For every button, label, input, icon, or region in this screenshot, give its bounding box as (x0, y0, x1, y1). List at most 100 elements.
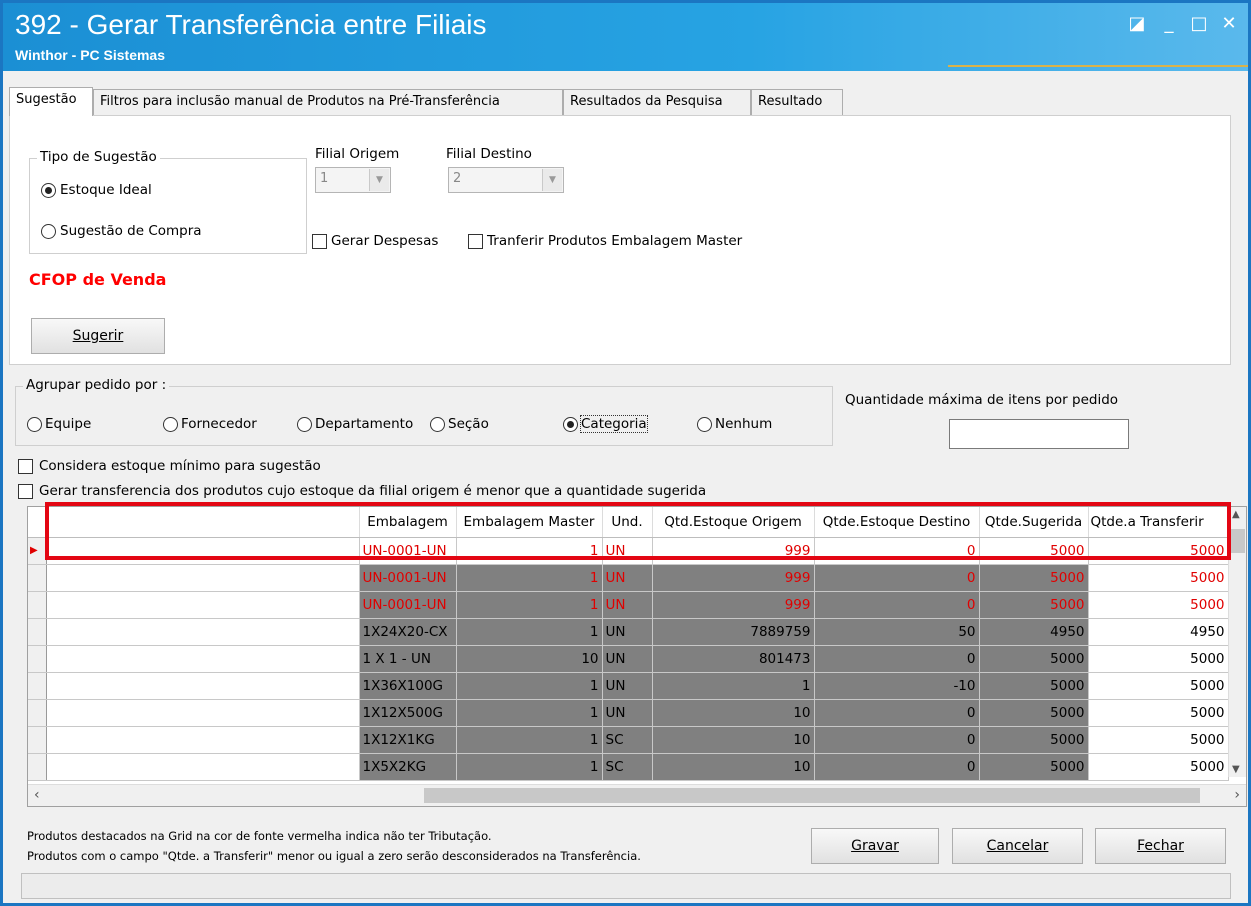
grid-header-col[interactable]: Qtde.a Transferir (1088, 507, 1229, 538)
cell-qtd-estoque-origem[interactable]: 801473 (652, 645, 815, 673)
cell-und[interactable]: UN (602, 537, 653, 565)
cell-und[interactable]: UN (602, 618, 653, 646)
cell-qtd-estoque-origem[interactable]: 1 (652, 672, 815, 701)
cell-und[interactable]: UN (602, 645, 653, 673)
cell-embalagem[interactable]: 1X36X100G (359, 672, 457, 701)
cell-embalagem-master[interactable]: 1 (456, 753, 603, 782)
cell-descricao[interactable] (46, 699, 360, 728)
cell-qtd-transferir[interactable]: 5000 (1088, 564, 1229, 592)
cell-qtd-sugerida[interactable]: 4950 (979, 618, 1089, 646)
cancelar-button[interactable]: Cancelar (952, 828, 1083, 864)
tab-filtros[interactable]: Filtros para inclusão manual de Produtos… (93, 89, 563, 115)
cell-embalagem[interactable]: 1 X 1 - UN (359, 645, 457, 673)
grid-header-col[interactable]: Embalagem Master (456, 507, 603, 538)
gravar-button[interactable]: Gravar (811, 828, 939, 864)
cell-und[interactable]: UN (602, 672, 653, 701)
cell-qtd-estoque-origem[interactable]: 999 (652, 537, 815, 565)
cell-qtd-transferir[interactable]: 5000 (1088, 537, 1229, 565)
cell-embalagem[interactable]: 1X5X2KG (359, 753, 457, 782)
table-row[interactable]: 1X36X100G 1 UN 1 -10 5000 5000 (28, 672, 1229, 701)
sugestao-compra-label[interactable]: Sugestão de Compra (60, 223, 202, 239)
cell-qtd-sugerida[interactable]: 5000 (979, 537, 1089, 565)
scroll-right-icon[interactable]: › (1234, 787, 1240, 803)
cell-qtd-estoque-destino[interactable]: 50 (814, 618, 980, 646)
cell-embalagem[interactable]: UN-0001-UN (359, 564, 457, 592)
cell-und[interactable]: UN (602, 564, 653, 592)
cell-embalagem[interactable]: 1X12X1KG (359, 726, 457, 755)
cell-embalagem-master[interactable]: 10 (456, 645, 603, 673)
cell-qtd-estoque-destino[interactable]: 0 (814, 645, 980, 673)
estoque-minimo-label[interactable]: Considera estoque mínimo para sugestão (39, 458, 321, 474)
agrupar-nenhum-radio[interactable] (697, 417, 712, 432)
table-row[interactable]: 1X12X1KG 1 SC 10 0 5000 5000 (28, 726, 1229, 755)
table-row[interactable]: UN-0001-UN 1 UN 999 0 5000 5000 (28, 564, 1229, 592)
cell-qtd-estoque-destino[interactable]: 0 (814, 699, 980, 728)
grid-horizontal-scrollbar[interactable]: ‹ › (28, 784, 1246, 806)
cell-descricao[interactable] (46, 672, 360, 701)
cell-qtd-estoque-origem[interactable]: 7889759 (652, 618, 815, 646)
agrupar-equipe-label[interactable]: Equipe (45, 416, 91, 432)
cell-descricao[interactable] (46, 753, 360, 782)
cell-qtd-estoque-destino[interactable]: 0 (814, 564, 980, 592)
table-row[interactable]: UN-0001-UN 1 UN 999 0 5000 5000 (28, 591, 1229, 619)
table-row[interactable]: 1 X 1 - UN 10 UN 801473 0 5000 5000 (28, 645, 1229, 673)
cell-qtd-estoque-destino[interactable]: -10 (814, 672, 980, 701)
transferir-master-checkbox[interactable] (468, 234, 483, 249)
horizontal-scroll-thumb[interactable] (424, 788, 1200, 803)
scroll-left-icon[interactable]: ‹ (34, 787, 40, 803)
cell-und[interactable]: UN (602, 699, 653, 728)
cell-descricao[interactable] (46, 591, 360, 619)
agrupar-fornecedor-radio[interactable] (163, 417, 178, 432)
cell-qtd-sugerida[interactable]: 5000 (979, 591, 1089, 619)
agrupar-departamento-label[interactable]: Departamento (315, 416, 413, 432)
estoque-ideal-radio[interactable] (41, 183, 56, 198)
close-icon[interactable]: ✕ (1218, 13, 1240, 35)
grid-vertical-scrollbar[interactable]: ▲ ▼ (1228, 507, 1246, 777)
cell-qtd-estoque-origem[interactable]: 999 (652, 591, 815, 619)
cell-qtd-sugerida[interactable]: 5000 (979, 645, 1089, 673)
cell-qtd-sugerida[interactable]: 5000 (979, 564, 1089, 592)
cell-qtd-transferir[interactable]: 5000 (1088, 591, 1229, 619)
cell-qtd-transferir[interactable]: 4950 (1088, 618, 1229, 646)
agrupar-secao-label[interactable]: Seção (448, 416, 489, 432)
cell-qtd-transferir[interactable]: 5000 (1088, 699, 1229, 728)
estoque-ideal-label[interactable]: Estoque Ideal (60, 182, 152, 198)
agrupar-categoria-label[interactable]: Categoria (580, 415, 648, 433)
vertical-scroll-thumb[interactable] (1230, 529, 1245, 553)
cell-descricao[interactable] (46, 618, 360, 646)
sugestao-compra-radio[interactable] (41, 224, 56, 239)
maximize-icon[interactable]: □ (1188, 13, 1210, 35)
cell-embalagem-master[interactable]: 1 (456, 591, 603, 619)
cell-embalagem[interactable]: 1X24X20-CX (359, 618, 457, 646)
restore-icon[interactable]: ◪ (1126, 13, 1148, 35)
cell-qtd-transferir[interactable]: 5000 (1088, 645, 1229, 673)
cell-embalagem[interactable]: 1X12X500G (359, 699, 457, 728)
transferir-master-label[interactable]: Tranferir Produtos Embalagem Master (487, 233, 742, 249)
qtd-max-input[interactable] (949, 419, 1129, 449)
cell-embalagem-master[interactable]: 1 (456, 618, 603, 646)
cell-und[interactable]: UN (602, 591, 653, 619)
table-row[interactable]: 1X24X20-CX 1 UN 7889759 50 4950 4950 (28, 618, 1229, 646)
cell-qtd-estoque-origem[interactable]: 999 (652, 564, 815, 592)
cell-embalagem[interactable]: UN-0001-UN (359, 591, 457, 619)
cell-qtd-estoque-origem[interactable]: 10 (652, 753, 815, 782)
agrupar-fornecedor-label[interactable]: Fornecedor (181, 416, 257, 432)
tab-sugestao[interactable]: Sugestão (9, 87, 93, 116)
table-row[interactable]: 1X12X500G 1 UN 10 0 5000 5000 (28, 699, 1229, 728)
cell-qtd-sugerida[interactable]: 5000 (979, 699, 1089, 728)
cell-qtd-sugerida[interactable]: 5000 (979, 753, 1089, 782)
cell-descricao[interactable] (46, 564, 360, 592)
filial-origem-select[interactable]: 1 ▼ (315, 167, 391, 193)
cell-embalagem-master[interactable]: 1 (456, 537, 603, 565)
cell-qtd-estoque-destino[interactable]: 0 (814, 537, 980, 565)
cell-descricao[interactable] (46, 645, 360, 673)
cell-qtd-sugerida[interactable]: 5000 (979, 672, 1089, 701)
products-grid[interactable]: Embalagem Embalagem Master Und. Qtd.Esto… (27, 506, 1247, 807)
cell-embalagem-master[interactable]: 1 (456, 564, 603, 592)
table-row[interactable]: ▶ UN-0001-UN 1 UN 999 0 5000 5000 (28, 537, 1229, 565)
grid-header-col[interactable]: Embalagem (359, 507, 457, 538)
gerar-despesas-checkbox[interactable] (312, 234, 327, 249)
cell-qtd-estoque-destino[interactable]: 0 (814, 591, 980, 619)
fechar-button[interactable]: Fechar (1095, 828, 1226, 864)
cell-qtd-transferir[interactable]: 5000 (1088, 753, 1229, 782)
